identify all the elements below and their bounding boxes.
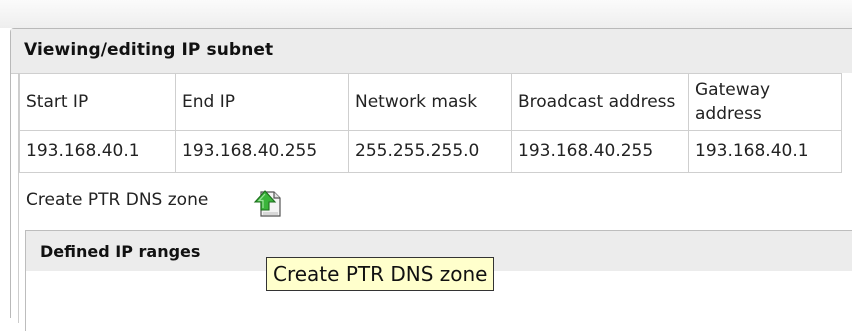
value-broadcast-address: 193.168.40.255 xyxy=(511,130,689,173)
export-up-arrow-icon[interactable] xyxy=(252,186,286,220)
panel-title: Viewing/editing IP subnet xyxy=(24,40,274,60)
header-start-ip: Start IP xyxy=(19,73,176,131)
header-broadcast-address: Broadcast address xyxy=(511,73,689,131)
header-end-ip: End IP xyxy=(175,73,349,131)
value-gateway-address: 193.168.40.1 xyxy=(688,130,842,173)
window-top-strip xyxy=(0,0,852,28)
panel-header: Viewing/editing IP subnet xyxy=(11,29,852,74)
ip-ranges-title: Defined IP ranges xyxy=(40,242,201,261)
header-network-mask: Network mask xyxy=(348,73,512,131)
subnet-table: Start IP End IP Network mask Broadcast a… xyxy=(19,73,842,173)
tooltip: Create PTR DNS zone xyxy=(266,257,495,291)
header-gateway-address: Gateway address xyxy=(688,73,842,131)
value-network-mask: 255.255.255.0 xyxy=(348,130,512,173)
value-end-ip: 193.168.40.255 xyxy=(175,130,349,173)
ptr-zone-row: Create PTR DNS zone xyxy=(19,176,852,230)
create-ptr-dns-zone-link[interactable]: Create PTR DNS zone xyxy=(26,190,208,210)
table-row: 193.168.40.1 193.168.40.255 255.255.255.… xyxy=(19,130,842,173)
value-start-ip: 193.168.40.1 xyxy=(19,130,176,173)
table-header-row: Start IP End IP Network mask Broadcast a… xyxy=(19,73,842,131)
